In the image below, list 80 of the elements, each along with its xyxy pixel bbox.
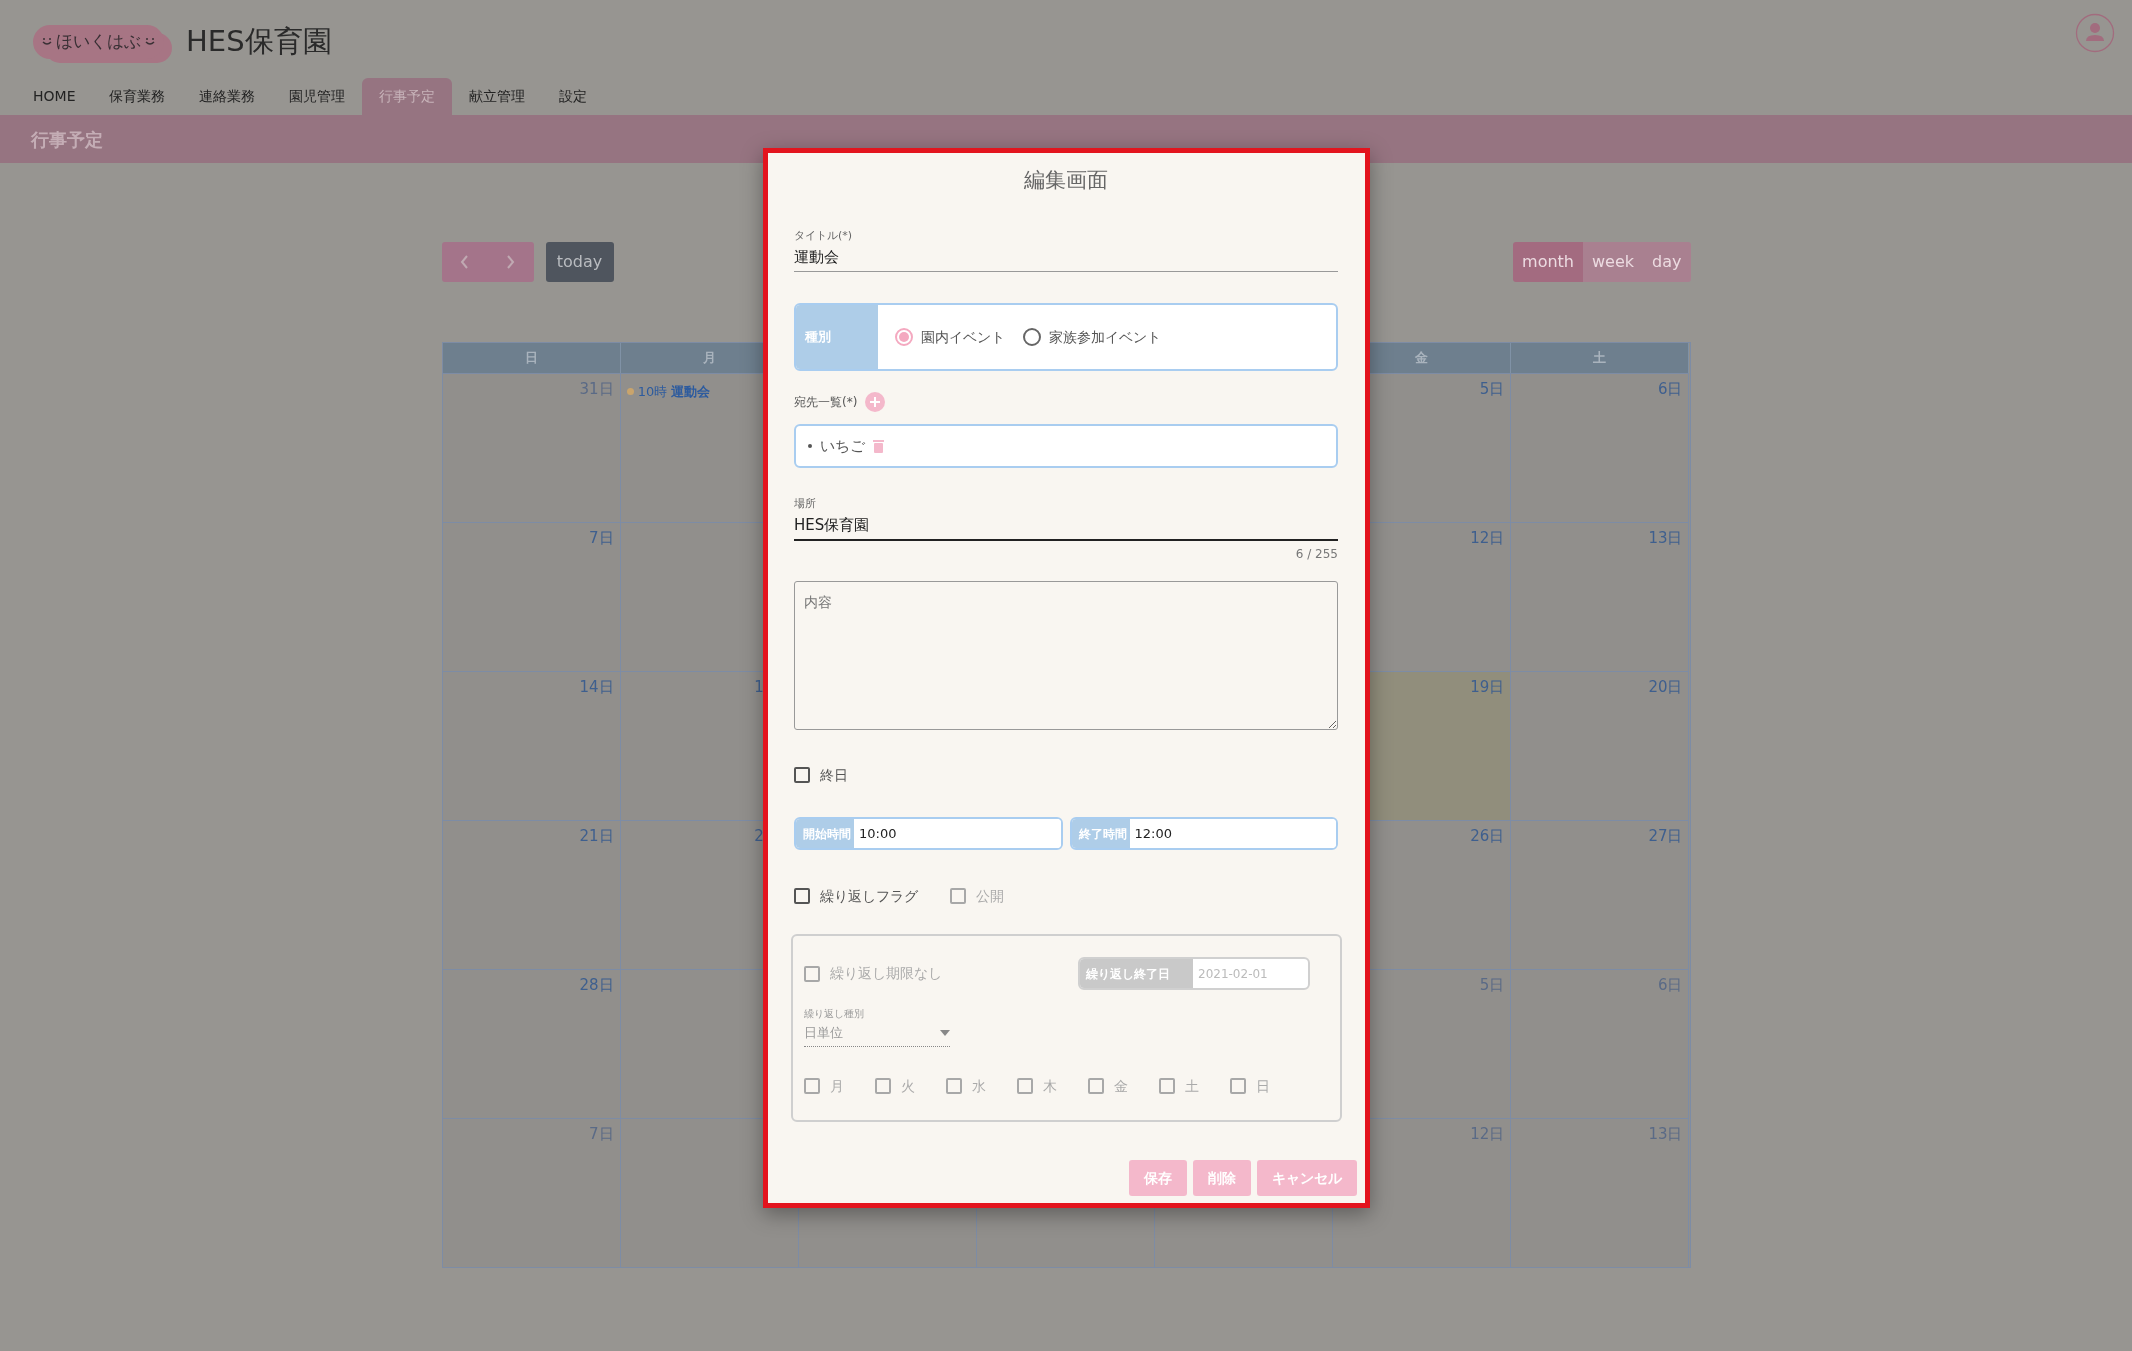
day-number: 21日 — [579, 826, 614, 847]
action-button[interactable]: 保存 — [1129, 1160, 1187, 1196]
checkbox-label: 木 — [1043, 1076, 1057, 1096]
chevron-right-icon — [506, 255, 515, 269]
group-label: 開始時間 — [803, 825, 851, 843]
day-cell[interactable]: 28日 — [442, 969, 621, 1118]
day-number: 5日 — [1479, 379, 1505, 400]
caret-icon — [940, 1029, 950, 1036]
day-number: 20日 — [1648, 677, 1683, 698]
view-button[interactable]: week — [1583, 242, 1644, 282]
today-button[interactable]: today — [545, 242, 614, 282]
day-cell[interactable]: 27日 — [1511, 820, 1690, 969]
day-cell[interactable]: 20日 — [1511, 671, 1690, 820]
page-title: 行事予定 — [31, 127, 103, 152]
day-number: 12日 — [1470, 528, 1505, 549]
day-number: 28日 — [579, 975, 614, 996]
user-icon[interactable] — [2075, 13, 2115, 53]
checkbox-label: 水 — [972, 1076, 986, 1096]
nav-tab[interactable]: 設定 — [542, 78, 605, 115]
day-cell[interactable]: 6日 — [1511, 373, 1690, 522]
day-number: 14日 — [579, 677, 614, 698]
bullet-icon — [808, 444, 812, 448]
day-number: 26日 — [1470, 826, 1505, 847]
nav-tab[interactable]: 連絡業務 — [182, 78, 273, 115]
radio-button[interactable] — [895, 328, 913, 346]
calendar-event[interactable]: 10時 運動会 — [626, 382, 711, 402]
radio-label: 家族参加イベント — [1049, 327, 1161, 347]
input-field[interactable]: 運動会 — [794, 246, 1338, 272]
day-cell[interactable]: 21日 — [442, 820, 621, 969]
day-number: 6日 — [1657, 379, 1683, 400]
weekday-label: 月 — [702, 349, 716, 368]
nav-tab[interactable]: 保育業務 — [92, 78, 183, 115]
checkbox[interactable] — [794, 888, 810, 904]
group-label: 終了時間 — [1078, 825, 1127, 843]
time-field[interactable]: 開始時間 10:00 — [794, 817, 1063, 850]
checkbox-label: 繰り返しフラグ — [820, 886, 918, 906]
field-label: タイトル(*) — [794, 229, 853, 242]
day-cell[interactable]: 13日 — [1511, 522, 1690, 671]
day-number: 2 — [754, 826, 764, 847]
action-button[interactable]: 削除 — [1193, 1160, 1251, 1196]
weekday-label: 土 — [1593, 349, 1607, 368]
weekday-label: 金 — [1415, 349, 1429, 368]
radio-label: 園内イベント — [921, 327, 1005, 347]
action-button[interactable]: キャンセル — [1257, 1160, 1357, 1196]
nav-tab[interactable]: 献立管理 — [452, 78, 543, 115]
checkbox[interactable] — [794, 767, 810, 783]
field-label: 繰り返し種別 — [804, 1008, 864, 1020]
weekday-label: 日 — [524, 349, 538, 368]
dialog-title: 編集画面 — [1024, 169, 1108, 191]
chevron-left-icon — [460, 255, 469, 269]
checkbox-label: 火 — [901, 1076, 915, 1096]
trash-icon[interactable] — [873, 439, 884, 453]
add-icon[interactable] — [865, 392, 886, 412]
checkbox-label: 月 — [830, 1076, 844, 1096]
view-button[interactable]: day — [1643, 242, 1691, 282]
recipient-name: いちご — [820, 435, 865, 457]
nav-tab[interactable]: 園児管理 — [272, 78, 363, 115]
input-field[interactable]: HES保育園 — [794, 514, 1338, 541]
checkbox-label: 公開 — [976, 886, 1004, 906]
site-title: HES保育園 — [186, 23, 332, 61]
checkbox-label: 日 — [1256, 1076, 1270, 1096]
nav-tab[interactable]: HOME — [16, 78, 93, 115]
day-cell[interactable]: 7日 — [442, 522, 621, 671]
checkbox-label: 終日 — [820, 765, 848, 785]
checkbox-label: 繰り返し期限なし — [830, 964, 942, 983]
group-label: 種別 — [805, 328, 831, 347]
time-field[interactable]: 終了時間 12:00 — [1069, 817, 1338, 850]
day-number: 19日 — [1470, 677, 1505, 698]
day-number: 7日 — [589, 528, 614, 549]
nav-tab[interactable]: 行事予定 — [362, 78, 453, 115]
event-dot-icon — [626, 388, 634, 396]
checkbox-label: 金 — [1114, 1076, 1128, 1096]
checkbox-label: 土 — [1185, 1076, 1199, 1096]
day-number: 1 — [754, 677, 764, 698]
day-cell[interactable]: 14日 — [442, 671, 621, 820]
day-number: 13日 — [1648, 528, 1683, 549]
view-button[interactable]: month — [1513, 242, 1583, 282]
radio-button[interactable] — [1023, 328, 1041, 346]
day-number: 27日 — [1648, 826, 1683, 847]
content-textarea[interactable]: 内容 — [794, 581, 1338, 730]
